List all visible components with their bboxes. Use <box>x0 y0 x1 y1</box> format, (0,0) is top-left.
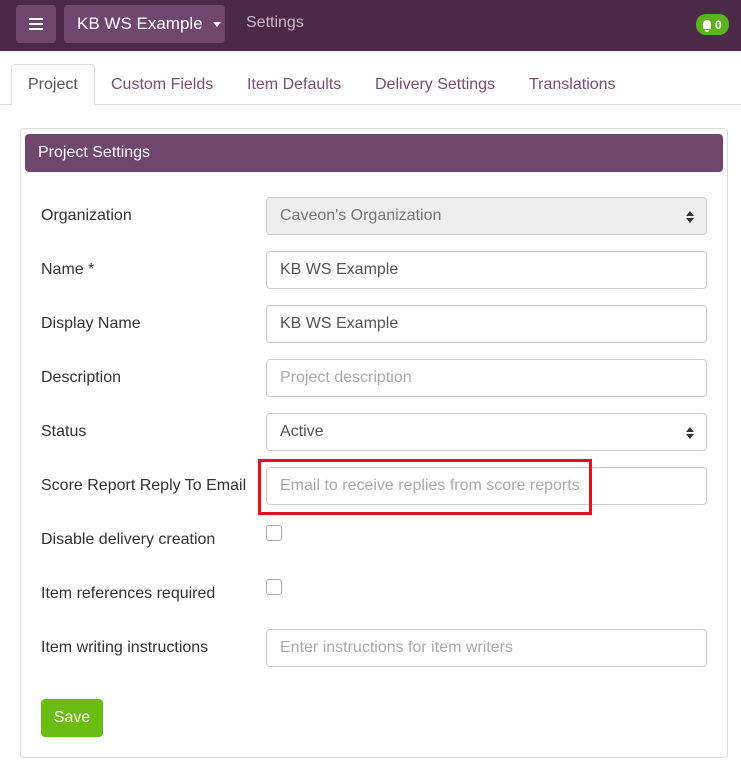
status-select[interactable]: Active <box>266 413 707 451</box>
caret-down-icon <box>212 21 221 27</box>
select-arrows-icon <box>686 211 694 223</box>
organization-label: Organization <box>41 207 132 224</box>
display-name-value: KB WS Example <box>280 315 399 332</box>
tab-project[interactable]: Project <box>11 64 95 106</box>
organization-value: Caveon's Organization <box>280 207 442 224</box>
save-button[interactable]: Save <box>41 699 103 737</box>
notification-count: 0 <box>715 17 722 32</box>
hamburger-icon <box>29 15 43 33</box>
disable-delivery-label: Disable delivery creation <box>41 531 216 548</box>
name-value: KB WS Example <box>280 261 399 278</box>
item-references-label: Item references required <box>41 585 216 602</box>
tab-custom-fields[interactable]: Custom Fields <box>95 64 229 105</box>
display-name-label: Display Name <box>41 315 141 332</box>
display-name-input[interactable]: KB WS Example <box>266 305 707 343</box>
breadcrumb-settings: Settings <box>246 14 304 31</box>
bell-icon <box>703 20 711 32</box>
project-switcher-button[interactable]: KB WS Example <box>64 5 225 43</box>
highlight-box <box>258 459 592 515</box>
name-input[interactable]: KB WS Example <box>266 251 707 289</box>
notification-badge[interactable]: 0 <box>696 14 729 35</box>
description-placeholder: Project description <box>280 369 412 386</box>
name-label: Name * <box>41 261 95 278</box>
top-navbar: KB WS Example Settings 0 <box>0 0 741 51</box>
status-value: Active <box>280 423 324 440</box>
writing-instructions-label: Item writing instructions <box>41 639 209 656</box>
project-name: KB WS Example <box>77 14 203 33</box>
writing-instructions-input[interactable]: Enter instructions for item writers <box>266 629 707 667</box>
tab-delivery-settings[interactable]: Delivery Settings <box>359 64 511 105</box>
menu-button[interactable] <box>16 5 56 43</box>
tab-translations[interactable]: Translations <box>513 64 632 105</box>
writing-instructions-placeholder: Enter instructions for item writers <box>280 639 513 656</box>
select-arrows-icon <box>686 427 694 439</box>
item-references-checkbox[interactable] <box>266 579 282 595</box>
status-label: Status <box>41 423 87 440</box>
description-label: Description <box>41 369 122 386</box>
settings-tabs: Project Custom Fields Item Defaults Deli… <box>0 64 741 106</box>
organization-select: Caveon's Organization <box>266 197 707 235</box>
score-report-email-label: Score Report Reply To Email <box>41 477 247 494</box>
tab-item-defaults[interactable]: Item Defaults <box>231 64 357 105</box>
panel-title: Project Settings <box>25 134 723 172</box>
disable-delivery-checkbox[interactable] <box>266 525 282 541</box>
description-input[interactable]: Project description <box>266 359 707 397</box>
